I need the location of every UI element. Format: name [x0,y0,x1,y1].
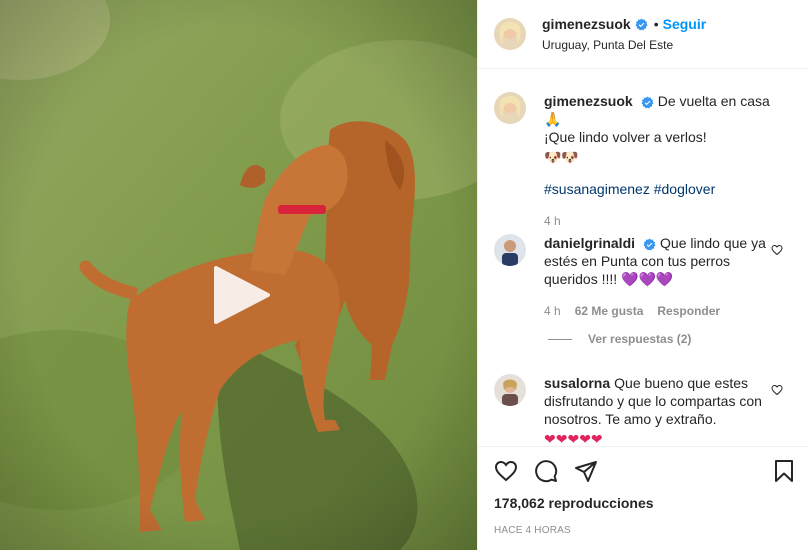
verified-badge-icon [635,18,648,30]
location-link[interactable]: Uruguay, Punta Del Este [542,38,706,52]
bookmark-icon[interactable] [772,459,796,483]
avatar[interactable] [494,234,526,266]
avatar[interactable] [494,18,526,50]
separator-dot: • [653,16,659,32]
view-count[interactable]: 178,062 reproducciones [478,495,809,511]
caption-hashtags[interactable]: #susanagimenez #doglover [544,180,770,198]
comment-username[interactable]: susalorna [544,375,610,391]
share-icon[interactable] [574,459,598,483]
avatar[interactable] [494,374,526,406]
play-icon[interactable] [208,262,274,328]
comment-username[interactable]: danielgrinaldi [544,235,635,251]
avatar[interactable] [494,92,526,124]
view-replies-button[interactable]: Ver respuestas (2) [548,332,691,346]
caption-time[interactable]: 4 h [544,212,561,230]
post-video[interactable] [0,0,477,550]
action-bar [478,447,809,495]
view-replies-label: Ver respuestas (2) [588,332,692,346]
post-timestamp[interactable]: HACE 4 HORAS [478,525,809,536]
comment-likes[interactable]: 62 Me gusta [575,302,644,320]
comment-item: danielgrinaldi Que lindo que ya estés en … [494,234,794,320]
post-footer: 178,062 reproducciones HACE 4 HORAS [478,446,809,550]
caption: gimenezsuok De vuelta en casa 🙏 ¡Que lind… [494,92,794,230]
comment-heart-icon[interactable] [771,244,783,256]
post-sidebar: gimenezsuok • Seguir Uruguay, Punta Del … [477,0,809,550]
comment-emoji: ❤❤❤❤❤ [544,430,770,446]
post-header: gimenezsuok • Seguir Uruguay, Punta Del … [478,0,809,69]
caption-emoji: 🐶🐶 [544,149,579,165]
heart-icon[interactable] [494,459,518,483]
verified-badge-icon [641,96,654,109]
comment-time[interactable]: 4 h [544,302,561,320]
reply-button[interactable]: Responder [657,302,720,320]
instagram-post: gimenezsuok • Seguir Uruguay, Punta Del … [0,0,809,550]
replies-divider [548,338,572,340]
caption-username[interactable]: gimenezsuok [544,93,633,109]
comments-list[interactable]: gimenezsuok De vuelta en casa 🙏 ¡Que lind… [478,70,809,446]
verified-badge-icon [643,238,656,251]
comment-heart-icon[interactable] [771,384,783,396]
author-username[interactable]: gimenezsuok [542,16,631,32]
caption-text-line2: ¡Que lindo volver a verlos! [544,129,707,145]
comment-icon[interactable] [534,459,558,483]
comment-emoji: 💜💜💜 [621,271,674,287]
comment-emoji-text: ❤❤❤❤❤ [544,431,603,446]
comment-item: susalorna Que bueno que estes disfrutando… [494,374,794,446]
follow-button[interactable]: Seguir [663,16,707,32]
